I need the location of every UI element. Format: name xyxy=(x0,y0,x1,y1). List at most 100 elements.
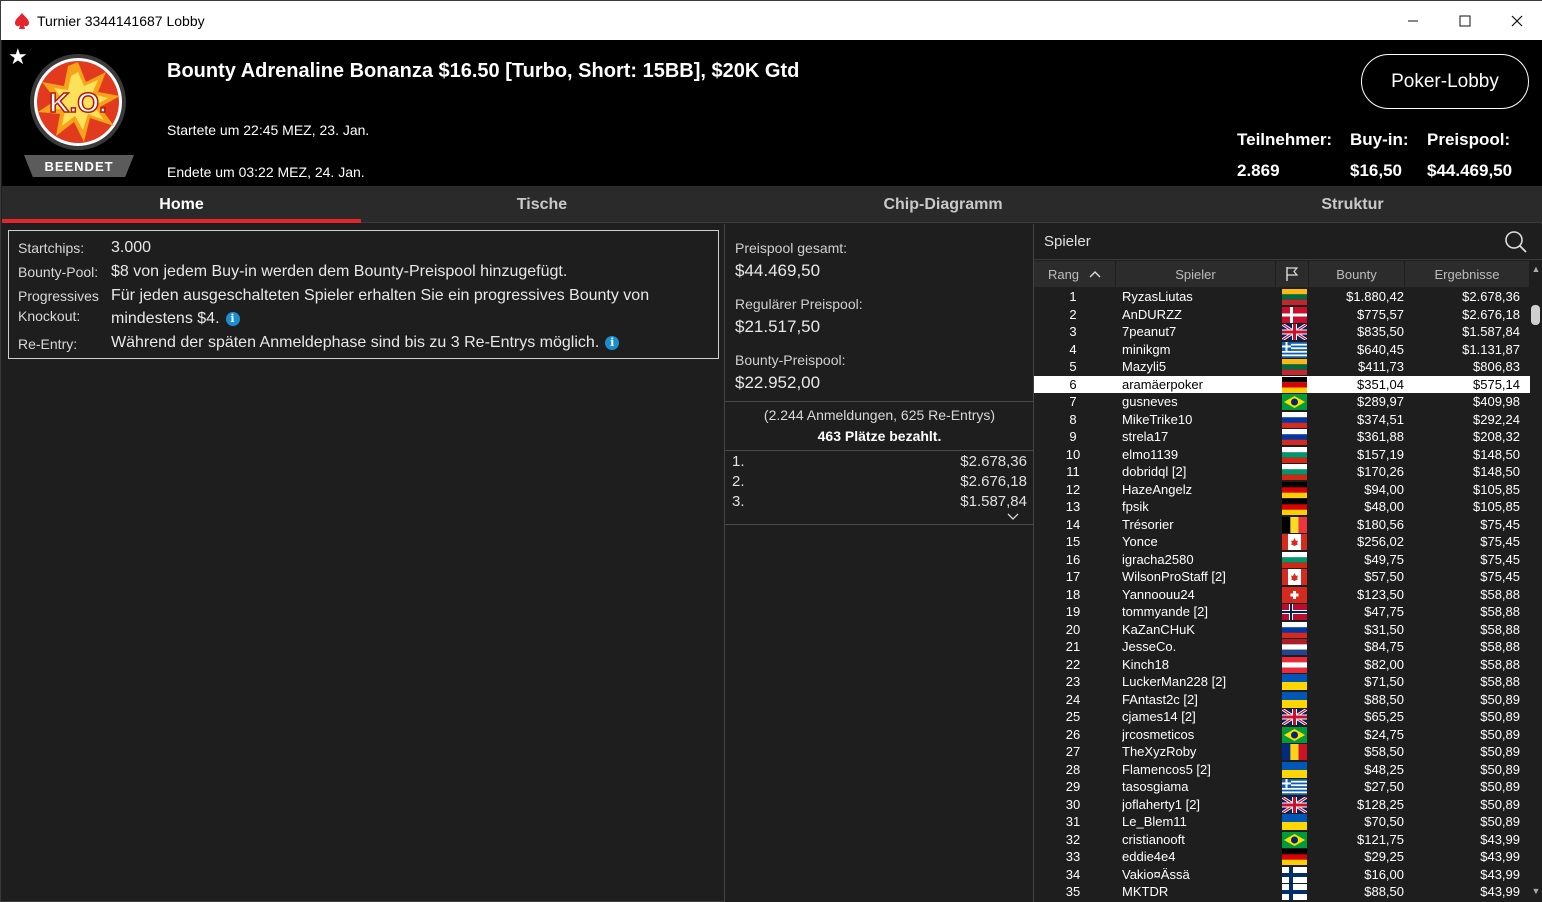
table-row[interactable]: 5 Mazyli5 $411,73 $806,83 xyxy=(1034,358,1530,376)
table-row[interactable]: 1 RyzasLiutas $1.880,42 $2.678,36 xyxy=(1034,288,1530,306)
player-name-cell: TheXyzRoby xyxy=(1122,744,1197,759)
scroll-down-icon[interactable]: ▼ xyxy=(1530,886,1542,896)
table-row[interactable]: 22 Kinch18 $82,00 $58,88 xyxy=(1034,656,1530,674)
maximize-button[interactable] xyxy=(1439,1,1491,40)
sort-ascending-icon xyxy=(1089,271,1101,278)
table-row[interactable]: 33 eddie4e4 $29,25 $43,99 xyxy=(1034,848,1530,866)
table-row[interactable]: 18 Yannoouu24 $123,50 $58,88 xyxy=(1034,586,1530,604)
table-row[interactable]: 32 cristianooft $121,75 $43,99 xyxy=(1034,831,1530,849)
close-button[interactable] xyxy=(1491,1,1542,40)
column-bounty[interactable]: Bounty xyxy=(1309,261,1405,287)
table-row[interactable]: 2 AnDURZZ $775,57 $2.676,18 xyxy=(1034,306,1530,324)
tab-home[interactable]: Home xyxy=(2,186,361,223)
flag-norway-icon xyxy=(1282,604,1307,620)
table-row[interactable]: 24 FAntast2c [2] $88,50 $50,89 xyxy=(1034,691,1530,709)
player-name-cell: fpsik xyxy=(1122,499,1149,514)
bounty-cell: $128,25 xyxy=(1357,796,1404,812)
table-row[interactable]: 13 fpsik $48,00 $105,85 xyxy=(1034,498,1530,516)
payout-row: 1. $2.678,36 xyxy=(725,453,1034,473)
reentry-label: Re-Entry: xyxy=(18,336,78,352)
bounty-cell: $88,50 xyxy=(1364,884,1404,899)
table-row[interactable]: 25 cjames14 [2] $65,25 $50,89 xyxy=(1034,708,1530,726)
search-input[interactable]: Spieler xyxy=(1044,233,1091,250)
scroll-up-icon[interactable]: ▲ xyxy=(1530,264,1542,274)
table-row[interactable]: 35 MKTDR $88,50 $43,99 xyxy=(1034,883,1530,901)
player-name-cell: Le_Blem11 xyxy=(1122,814,1187,829)
table-row[interactable]: 27 TheXyzRoby $58,50 $50,89 xyxy=(1034,743,1530,761)
scrollbar[interactable] xyxy=(1530,261,1542,902)
rank-cell: 24 xyxy=(1065,691,1081,707)
flag-germany-icon xyxy=(1282,481,1307,498)
pko-label-line2: Knockout: xyxy=(18,308,81,324)
table-row[interactable]: 21 JesseCo. $84,75 $58,88 xyxy=(1034,638,1530,656)
tab-chip-chart[interactable]: Chip-Diagramm xyxy=(723,186,1163,223)
tab-tables[interactable]: Tische xyxy=(361,186,723,223)
table-row[interactable]: 19 tommyande [2] $47,75 $58,88 xyxy=(1034,603,1530,621)
reentry-info-icon[interactable]: i xyxy=(605,336,620,350)
table-row[interactable]: 15 Yonce $256,02 $75,45 xyxy=(1034,533,1530,551)
player-search[interactable]: Spieler xyxy=(1034,224,1542,260)
table-row[interactable]: 14 Trésorier $180,56 $75,45 xyxy=(1034,516,1530,534)
rank-cell: 11 xyxy=(1066,464,1080,479)
flag-greece-icon xyxy=(1282,341,1307,358)
player-name-cell: strela17 xyxy=(1122,429,1169,444)
search-icon[interactable] xyxy=(1504,230,1528,254)
table-row[interactable]: 20 KaZanCHuK $31,50 $58,88 xyxy=(1034,621,1530,639)
tournament-header: ★ K.O. BEENDET Bounty Adrenaline Bonanza… xyxy=(2,40,1542,186)
flag-finland-icon xyxy=(1282,884,1307,900)
player-name-cell: joflaherty1 [2] xyxy=(1122,796,1201,812)
rank-cell: 28 xyxy=(1065,761,1081,777)
bounty-cell: $157,19 xyxy=(1357,446,1404,462)
column-flag[interactable] xyxy=(1276,261,1309,287)
bounty-cell: $640,45 xyxy=(1357,341,1404,357)
bounty-cell: $170,26 xyxy=(1357,464,1404,479)
table-row[interactable]: 9 strela17 $361,88 $208,32 xyxy=(1034,428,1530,446)
table-row[interactable]: 29 tasosgiama $27,50 $50,89 xyxy=(1034,778,1530,796)
result-cell: $409,98 xyxy=(1473,394,1520,409)
players-panel: Spieler Rang Spieler Bounty Ergebnisse 1… xyxy=(1034,224,1542,902)
bountypool-value: $8 von jedem Buy-in werden dem Bounty-Pr… xyxy=(111,263,568,280)
minimize-button[interactable] xyxy=(1387,1,1439,40)
scroll-thumb[interactable] xyxy=(1531,305,1540,325)
result-cell: $50,89 xyxy=(1480,726,1520,742)
table-row[interactable]: 10 elmo1139 $157,19 $148,50 xyxy=(1034,446,1530,464)
table-row[interactable]: 8 MikeTrike10 $374,51 $292,24 xyxy=(1034,411,1530,429)
rank-cell: 17 xyxy=(1065,569,1081,584)
table-row[interactable]: 28 Flamencos5 [2] $48,25 $50,89 xyxy=(1034,761,1530,779)
window-title: Turnier 3344141687 Lobby xyxy=(37,12,205,29)
pko-info-icon[interactable]: i xyxy=(225,312,240,326)
table-row[interactable]: 6 aramäerpoker $351,04 $575,14 xyxy=(1034,375,1530,393)
table-row[interactable]: 16 igracha2580 $49,75 $75,45 xyxy=(1034,551,1530,569)
divider xyxy=(725,450,1034,451)
table-row[interactable]: 26 jrcosmeticos $24,75 $50,89 xyxy=(1034,726,1530,744)
flag-russia-icon xyxy=(1282,621,1307,638)
table-row[interactable]: 7 gusneves $289,97 $409,98 xyxy=(1034,393,1530,411)
table-row[interactable]: 17 WilsonProStaff [2] $57,50 $75,45 xyxy=(1034,568,1530,586)
table-row[interactable]: 11 dobridql [2] $170,26 $148,50 xyxy=(1034,463,1530,481)
chevron-down-icon[interactable] xyxy=(1007,510,1019,524)
table-row[interactable]: 4 minikgm $640,45 $1.131,87 xyxy=(1034,341,1530,359)
bounty-cell: $411,73 xyxy=(1357,359,1404,374)
poker-lobby-button[interactable]: Poker-Lobby xyxy=(1361,54,1529,109)
rank-cell: 31 xyxy=(1065,814,1081,829)
table-row[interactable]: 3 7peanut7 $835,50 $1.587,84 xyxy=(1034,323,1530,341)
table-row[interactable]: 23 LuckerMan228 [2] $71,50 $58,88 xyxy=(1034,673,1530,691)
rank-cell: 2 xyxy=(1069,306,1077,322)
rank-cell: 6 xyxy=(1069,376,1077,392)
column-rank[interactable]: Rang xyxy=(1034,261,1116,287)
bounty-prizepool-value: $22.952,00 xyxy=(735,373,821,392)
table-row[interactable]: 30 joflaherty1 [2] $128,25 $50,89 xyxy=(1034,796,1530,814)
favorite-star-icon[interactable]: ★ xyxy=(8,44,28,70)
bounty-cell: $24,75 xyxy=(1364,726,1404,742)
result-cell: $75,45 xyxy=(1480,534,1520,549)
payout-rank: 1. xyxy=(732,453,745,470)
bounty-cell: $27,50 xyxy=(1364,779,1404,794)
tab-structure[interactable]: Struktur xyxy=(1163,186,1542,223)
column-player[interactable]: Spieler xyxy=(1116,261,1276,287)
column-result[interactable]: Ergebnisse xyxy=(1405,261,1530,287)
start-time: Startete um 22:45 MEZ, 23. Jan. xyxy=(167,122,370,138)
table-row[interactable]: 34 Vakio¤Ässä $16,00 $43,99 xyxy=(1034,866,1530,884)
table-row[interactable]: 31 Le_Blem11 $70,50 $50,89 xyxy=(1034,813,1530,831)
player-name-cell: 7peanut7 xyxy=(1122,324,1177,339)
table-row[interactable]: 12 HazeAngelz $94,00 $105,85 xyxy=(1034,481,1530,499)
